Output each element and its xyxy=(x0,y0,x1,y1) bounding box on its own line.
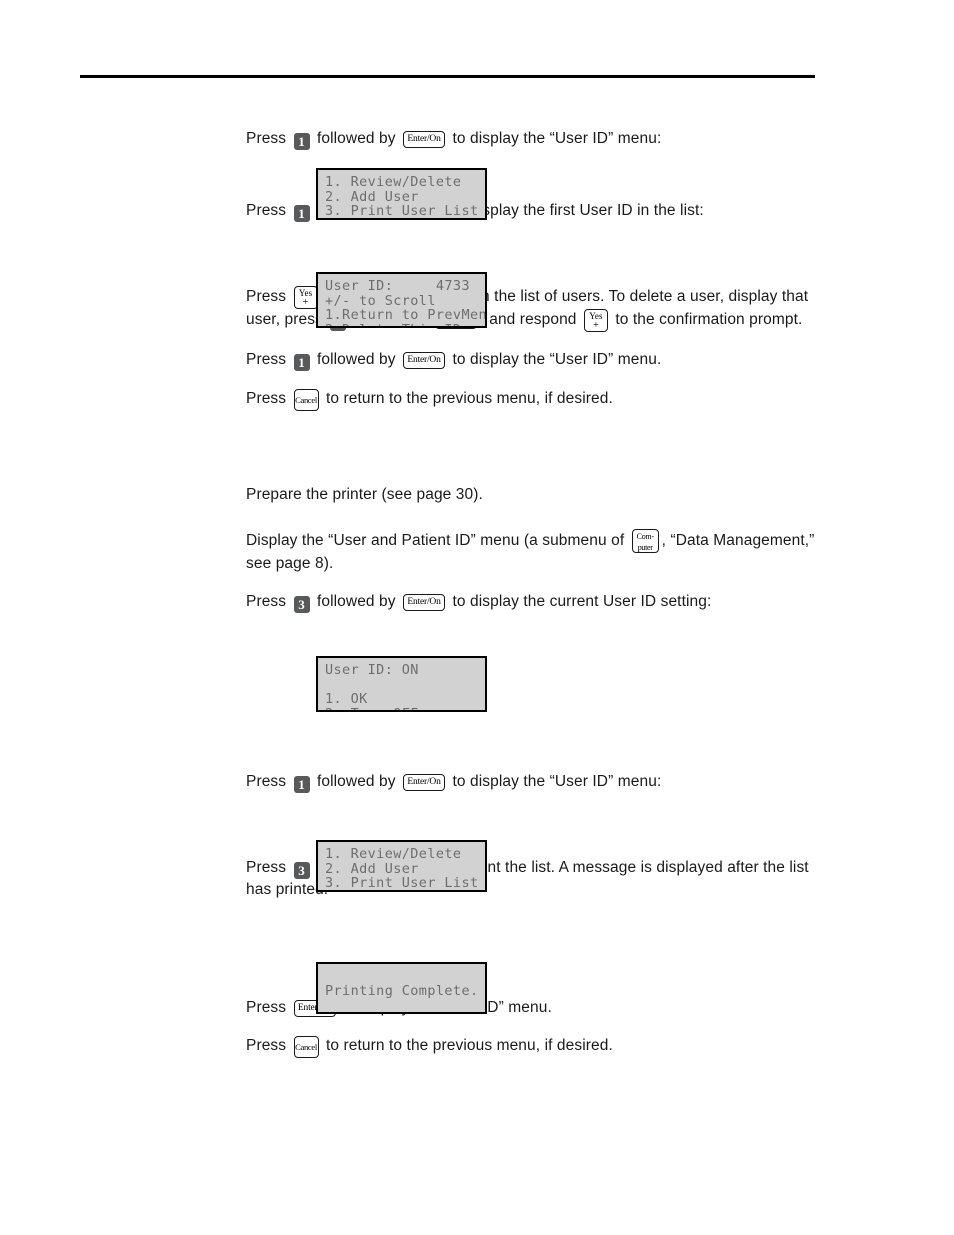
lcd-line: +/- to Scroll xyxy=(325,292,436,309)
lcd-line: 3. Print User List xyxy=(325,875,479,892)
instruction-press-cancel-2: Press Cancel to return to the previous m… xyxy=(246,1035,816,1058)
text-tail: to display the current User ID setting: xyxy=(452,593,712,610)
text-user-press: user, press xyxy=(246,311,323,328)
lcd-line: User ID: 4733 xyxy=(325,278,470,294)
lcd-screen-user-id-menu-bottom: 1. Review/Delete 2. Add User 3. Print Us… xyxy=(316,840,487,892)
enter-on-key-icon[interactable]: Enter/On xyxy=(403,131,446,148)
enter-on-key-icon[interactable]: Enter/On xyxy=(403,774,446,791)
text-and-respond: , and respond xyxy=(480,311,577,328)
cancel-key-icon[interactable]: Cancel xyxy=(293,1036,319,1058)
text-tail: to display the first User ID in the list… xyxy=(452,202,704,219)
numeric-key-1-icon[interactable]: 1 xyxy=(293,133,310,150)
instruction-press-1-user-id-menu: Press 1 followed by Enter/On to display … xyxy=(246,128,816,150)
enter-on-key-icon[interactable]: Enter/On xyxy=(403,352,446,369)
instruction-press-1-user-id-menu-2: Press 1 followed by Enter/On to display … xyxy=(246,771,816,793)
instruction-press-1-return-menu: Press 1 followed by Enter/On to display … xyxy=(246,349,816,371)
text-press: Press xyxy=(246,999,287,1016)
lcd-line xyxy=(325,969,478,984)
numeric-key-1-icon[interactable]: 1 xyxy=(293,205,310,222)
instruction-prepare-printer: Prepare the printer (see page 30). xyxy=(246,484,816,505)
lcd-line: 2. Turn OFF xyxy=(325,707,478,710)
computer-top-label: Com- xyxy=(636,532,654,541)
plus-label: + xyxy=(593,320,599,331)
lcd-line xyxy=(325,678,478,693)
lcd-screen-user-id-menu-top: 1. Review/Delete 2. Add User 3. Print Us… xyxy=(316,168,487,220)
text-tail: to display the “User ID” menu. xyxy=(452,351,662,368)
lcd-line: 2.Delete This ID xyxy=(325,323,478,326)
text-display-menu: Display the “User and Patient ID” menu (… xyxy=(246,532,625,549)
text-print-tail: to print the list. A message is displaye… xyxy=(452,859,809,876)
text-press: Press xyxy=(246,1037,287,1054)
lcd-line: 4. Change QA User ID xyxy=(325,891,478,892)
lcd-line: 1. OK xyxy=(325,691,368,708)
lcd-line: 2. Add User xyxy=(325,188,419,205)
text-tail: to return to the previous menu, if desir… xyxy=(325,390,613,407)
lcd-line: 1. Review/Delete xyxy=(325,846,462,862)
lcd-screen-user-id-setting: User ID: ON 1. OK 2. Turn OFF xyxy=(316,656,487,712)
computer-bottom-label: puter xyxy=(637,543,653,552)
enter-on-key-icon[interactable]: Enter/On xyxy=(403,594,446,611)
instruction-display-user-patient-id-menu: Display the “User and Patient ID” menu (… xyxy=(246,529,816,574)
text-press: Press xyxy=(246,390,287,407)
numeric-key-3-icon[interactable]: 3 xyxy=(293,862,310,879)
numeric-key-3-icon[interactable]: 3 xyxy=(293,596,310,613)
text-press: Press xyxy=(246,202,287,219)
text-followed-by: followed by xyxy=(316,130,396,147)
lcd-line: 2. Add User xyxy=(325,860,419,877)
lcd-line xyxy=(325,998,478,1012)
lcd-line: Printing Complete. xyxy=(325,982,479,999)
document-body: Press 1 followed by Enter/On to display … xyxy=(246,128,816,1058)
text-prepare-printer: Prepare the printer (see page 30). xyxy=(246,486,483,503)
text-press: Press xyxy=(246,288,287,305)
text-tail: to return to the previous menu, if desir… xyxy=(325,1037,613,1054)
lcd-line: Press ENTER. xyxy=(325,1013,478,1014)
text-press: Press xyxy=(246,130,287,147)
numeric-key-1-icon[interactable]: 1 xyxy=(293,776,310,793)
lcd-screen-printing-complete: Printing Complete. Press ENTER. xyxy=(316,962,487,1014)
yes-plus-key-icon[interactable]: Yes + xyxy=(583,309,608,332)
lcd-line: 1.Return to PrevMenu xyxy=(325,307,487,324)
text-tail: to display the “User ID” menu: xyxy=(452,773,662,790)
lcd-line: 4. Change QA User ID xyxy=(325,219,478,220)
header-rule xyxy=(80,75,815,78)
text-press: Press xyxy=(246,593,287,610)
lcd-line: 3. Print User List xyxy=(325,203,479,220)
lcd-screen-first-user-id: User ID: 4733 +/- to Scroll 1.Return to … xyxy=(316,272,487,328)
text-see-page: see page 8). xyxy=(246,555,334,572)
text-followed-by: followed by xyxy=(316,773,396,790)
instruction-press-3-current-setting: Press 3 followed by Enter/On to display … xyxy=(246,591,816,613)
document-page: Press 1 followed by Enter/On to display … xyxy=(0,0,954,1235)
plus-label: + xyxy=(302,297,309,308)
computer-key-icon[interactable]: Com-puter xyxy=(631,529,659,553)
text-followed-by: followed by xyxy=(316,351,396,368)
lcd-line: User ID: ON xyxy=(325,662,419,678)
cancel-key-icon[interactable]: Cancel xyxy=(293,389,319,411)
yes-plus-key-icon[interactable]: Yes + xyxy=(293,286,318,309)
text-press: Press xyxy=(246,773,287,790)
instruction-press-cancel-1: Press Cancel to return to the previous m… xyxy=(246,388,816,411)
text-data-management: , “Data Management,” xyxy=(661,532,815,549)
numeric-key-1-icon[interactable]: 1 xyxy=(293,354,310,371)
text-tail: to the confirmation prompt. xyxy=(615,311,803,328)
text-press: Press xyxy=(246,351,287,368)
text-followed-by: followed by xyxy=(316,593,396,610)
text-tail: to display the “User ID” menu: xyxy=(452,130,662,147)
lcd-line: 1. Review/Delete xyxy=(325,174,462,190)
text-press: Press xyxy=(246,859,287,876)
